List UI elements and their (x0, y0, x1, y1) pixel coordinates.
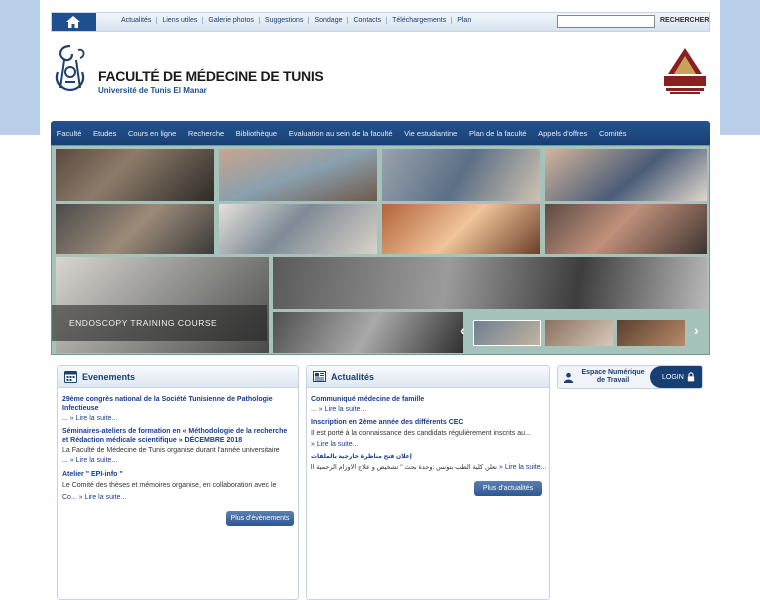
news-read-more[interactable]: ... » Lire la suite... (311, 406, 366, 413)
news-item-title[interactable]: Inscription en 2ème année des différents… (311, 419, 547, 428)
slider-photo (56, 149, 214, 201)
slider-caption: ENDOSCOPY TRAINING COURSE (69, 318, 218, 328)
news-item-title[interactable]: إعلان فتح مناظرة خارجية بالملفات (311, 453, 541, 462)
news-item-title[interactable]: Communiqué médecine de famille (311, 396, 541, 405)
event-read-more[interactable]: ... » Lire la suite... (62, 457, 117, 464)
photo-slider[interactable]: ‹ › ENDOSCOPY TRAINING COURSE (51, 145, 710, 355)
toplink-galerie-photos[interactable]: Galerie photos (203, 17, 260, 24)
search-input[interactable] (557, 15, 655, 28)
nav-evaluation[interactable]: Evaluation au sein de la faculté (283, 129, 398, 138)
news-box: Actualités Communiqué médecine de famill… (306, 365, 550, 600)
slider-photo (545, 204, 707, 254)
slider-photo (382, 149, 540, 201)
nav-faculte[interactable]: Faculté (51, 129, 87, 138)
nav-plan-faculte[interactable]: Plan de la faculté (463, 129, 532, 138)
toplink-contacts[interactable]: Contacts (348, 17, 388, 24)
slider-photo (219, 149, 377, 201)
page-container: Actualités Liens utiles Galerie photos S… (40, 0, 720, 600)
slider-thumbnail[interactable] (617, 320, 685, 346)
slider-prev-icon[interactable]: ‹ (460, 322, 465, 338)
event-title[interactable]: Séminaires-ateliers de formation en « Mé… (62, 428, 294, 445)
ent-login-widget[interactable]: Espace Numérique de Travail LOGIN (557, 365, 703, 389)
top-bar: Actualités Liens utiles Galerie photos S… (51, 12, 710, 32)
login-label: LOGIN (662, 374, 684, 381)
news-read-more[interactable]: » Lire la suite... (499, 464, 546, 471)
events-box: Evenements 29ème congrès national de la … (57, 365, 299, 600)
top-links: Actualités Liens utiles Galerie photos S… (116, 17, 476, 24)
slider-thumbnail[interactable] (545, 320, 613, 346)
right-background-band (720, 0, 760, 135)
news-header: Actualités (307, 366, 549, 388)
user-icon (563, 372, 574, 383)
slider-photo (219, 204, 377, 254)
login-button[interactable]: LOGIN (650, 366, 702, 388)
more-news-button[interactable]: Plus d'actualités (474, 481, 542, 496)
slider-photo (382, 204, 540, 254)
search-button[interactable]: RECHERCHER (660, 17, 709, 24)
nav-appels-offres[interactable]: Appels d'offres (532, 129, 593, 138)
nav-recherche[interactable]: Recherche (182, 129, 230, 138)
slider-photo (56, 204, 214, 254)
lock-icon (687, 372, 695, 382)
slider-photo (273, 312, 463, 353)
events-title: Evenements (82, 372, 136, 382)
slider-photo (545, 149, 707, 201)
nav-vie-estudiantine[interactable]: Vie estudiantine (398, 129, 463, 138)
news-summary: Il est porté à la connaissance des candi… (311, 430, 531, 437)
event-read-more[interactable]: ... » Lire la suite... (62, 415, 117, 422)
news-read-more[interactable]: » Lire la suite... (311, 441, 358, 448)
slider-photo (273, 257, 707, 309)
toplink-suggestions[interactable]: Suggestions (260, 17, 310, 24)
university-subtitle: Université de Tunis El Manar (98, 86, 207, 95)
university-logo-icon (664, 48, 706, 94)
nav-comites[interactable]: Comités (593, 129, 632, 138)
event-summary: La Faculté de Médecine de Tunis organise… (62, 447, 280, 454)
slider-next-icon[interactable]: › (694, 322, 699, 338)
toplink-actualites[interactable]: Actualités (116, 17, 158, 24)
more-events-button[interactable]: Plus d'évènements (226, 511, 294, 526)
nav-cours-en-ligne[interactable]: Cours en ligne (122, 129, 182, 138)
main-navigation: Faculté Etudes Cours en ligne Recherche … (51, 121, 710, 145)
home-button[interactable] (52, 13, 96, 31)
calendar-icon (64, 371, 77, 383)
news-title: Actualités (331, 372, 375, 382)
toplink-liens-utiles[interactable]: Liens utiles (157, 17, 204, 24)
toplink-sondage[interactable]: Sondage (309, 17, 349, 24)
nav-bibliotheque[interactable]: Bibliothèque (230, 129, 283, 138)
left-background-band (0, 0, 40, 135)
event-title[interactable]: 29ème congrès national de la Société Tun… (62, 396, 292, 413)
toplink-telechargements[interactable]: Téléchargements (387, 17, 453, 24)
faculty-title: FACULTÉ DE MÉDECINE DE TUNIS (98, 68, 324, 84)
event-title[interactable]: Atelier " EPI-info " (62, 471, 292, 480)
home-icon (66, 16, 80, 28)
newspaper-icon (313, 371, 326, 382)
slider-thumbnail[interactable] (473, 320, 541, 346)
event-summary: Le Comité des thèses et mémoires organis… (62, 482, 277, 489)
ent-label: Espace Numérique de Travail (581, 369, 645, 384)
event-read-more[interactable]: Co... » Lire la suite... (62, 494, 126, 501)
nav-etudes[interactable]: Etudes (87, 129, 122, 138)
toplink-plan[interactable]: Plan (452, 17, 476, 24)
faculty-logo-icon (55, 44, 85, 92)
events-header: Evenements (58, 366, 298, 388)
news-summary: تعلن كلية الطب بتونس :وحدة بحث " تشخيص و… (311, 464, 497, 471)
